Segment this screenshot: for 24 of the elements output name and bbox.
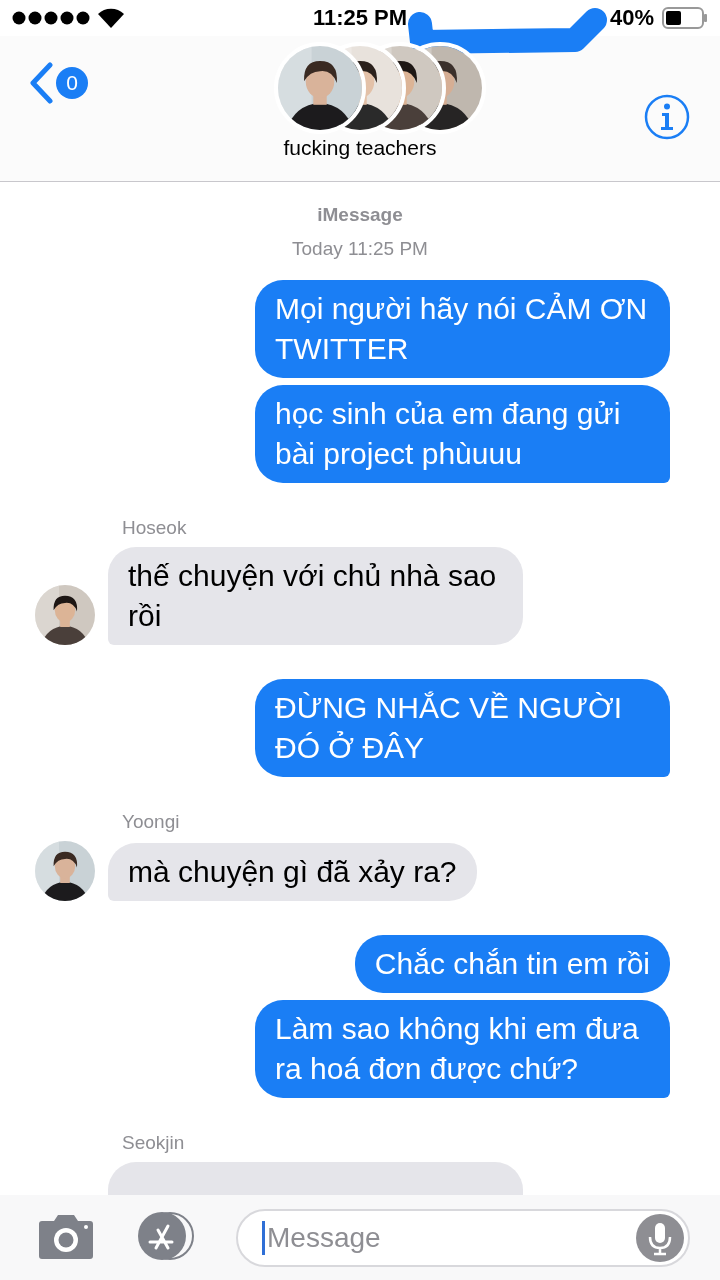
sender-name: Yoongi	[122, 811, 180, 833]
message-bubble: Làm sao không khi em đưa ra hoá đơn được chứ?	[255, 1000, 670, 1098]
battery-icon	[662, 7, 708, 29]
conversation-title: fucking teachers	[283, 136, 437, 160]
camera-icon	[38, 1213, 94, 1259]
sender-name: Seokjin	[122, 1132, 185, 1154]
message-bubble: ĐỪNG NHẮC VỀ NGƯỜI ĐÓ Ở ĐÂY	[255, 679, 670, 777]
camera-button[interactable]	[38, 1213, 94, 1262]
timestamp: Today 11:25 PM	[292, 238, 428, 260]
message-bubble: Mọi người hãy nói CẢM ƠN TWITTER	[255, 280, 670, 378]
back-button[interactable]: 0	[28, 62, 88, 104]
status-time: 11:25 PM	[312, 5, 408, 31]
service-label: iMessage	[317, 204, 403, 226]
info-icon	[644, 94, 690, 140]
wifi-icon	[98, 8, 124, 28]
message-bubble: mà chuyện gì đã xảy ra?	[108, 843, 477, 901]
message-bubble: học sinh của em đang gửi bài project phùuuu	[255, 385, 670, 483]
microphone-icon[interactable]	[636, 1213, 684, 1262]
message-bubble: Chắc chắn tin em rồi	[354, 935, 670, 993]
signal-icon	[12, 11, 90, 25]
sender-name: Hoseok	[122, 517, 187, 539]
chevron-left-icon	[28, 62, 54, 104]
battery-percentage: 40%	[609, 5, 654, 31]
message-bubble: thế chuyện với chủ nhà sao rồi	[108, 547, 523, 645]
